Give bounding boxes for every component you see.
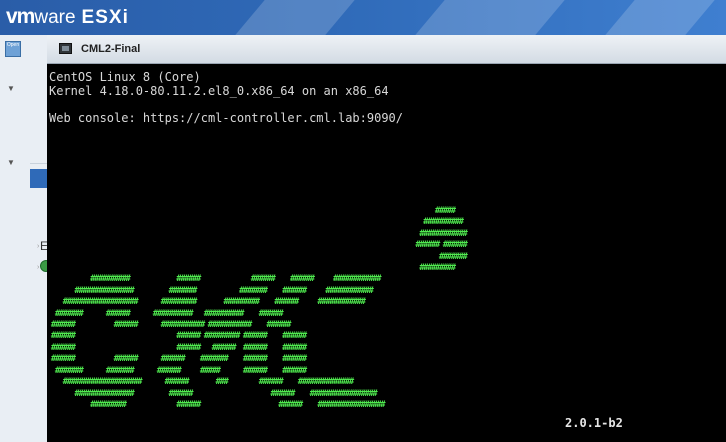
tree-collapse-icon[interactable]: ›	[37, 243, 39, 250]
navigator-panel: Open ▼ ▼ › E ›	[0, 35, 52, 442]
vmware-esxi-logo: vmware ESXi	[6, 5, 129, 29]
header-stripe	[415, 0, 565, 35]
console-line-kernel: Kernel 4.18.0-80.11.2.el8_0.x86_64 on an…	[49, 84, 389, 98]
tree-selected-item[interactable]	[30, 169, 47, 188]
header-stripe	[605, 0, 715, 35]
vm-monitor-icon	[59, 43, 72, 54]
header-stripe	[235, 0, 355, 35]
tree-collapse-icon[interactable]: ›	[37, 264, 39, 271]
vm-console-window: CML2-Final CentOS Linux 8 (Core) Kernel …	[47, 35, 726, 442]
version-label: 2.0.1-b2	[565, 416, 623, 430]
console-line-os: CentOS Linux 8 (Core)	[49, 70, 201, 84]
window-title: CML2-Final	[81, 43, 141, 55]
console-line-web: Web console: https://cml-controller.cml.…	[49, 111, 404, 125]
logo-ware: ware	[34, 7, 76, 28]
tree-divider	[30, 163, 47, 164]
tree-expand-icon[interactable]: ▼	[7, 158, 15, 167]
logo-vm: vm	[6, 5, 35, 28]
esxi-header: vmware ESXi	[0, 0, 726, 35]
vm-console-screen[interactable]: CentOS Linux 8 (Core) Kernel 4.18.0-80.1…	[47, 64, 726, 442]
tree-expand-icon[interactable]: ▼	[7, 84, 15, 93]
open-icon[interactable]: Open	[5, 41, 21, 57]
logo-product: ESXi	[81, 7, 129, 28]
cml-ascii-logo: ##### ########## ############ ###### ###…	[50, 206, 468, 410]
window-titlebar: CML2-Final	[47, 35, 726, 64]
